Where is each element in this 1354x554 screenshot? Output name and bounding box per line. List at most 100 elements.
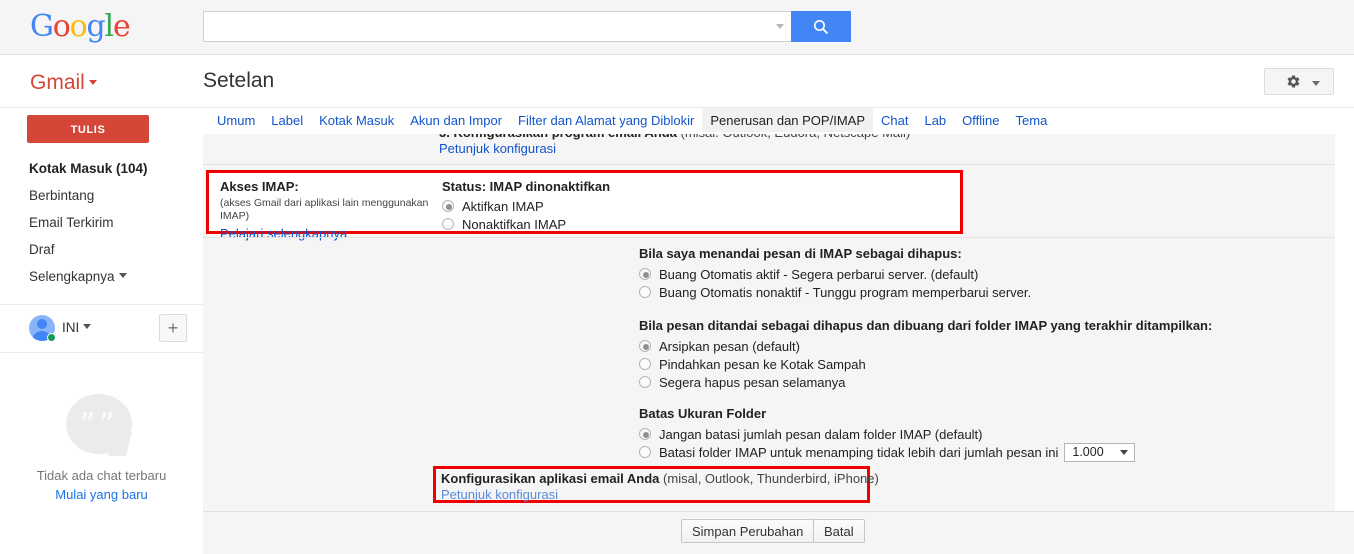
avatar-head-shape <box>37 319 47 329</box>
top-header-bar: Google I <box>0 0 1354 55</box>
compose-button[interactable]: TULIS <box>27 115 149 143</box>
radio-label: Arsipkan pesan (default) <box>659 338 800 354</box>
save-changes-button[interactable]: Simpan Perubahan <box>681 519 815 543</box>
folder-limit-dropdown[interactable]: 1.000 <box>1064 442 1135 462</box>
content-divider-2 <box>203 237 1335 238</box>
imap-expunge-title: Bila pesan ditandai sebagai dihapus dan … <box>639 318 1213 333</box>
folder-size-limit-group: Batas Ukuran Folder Jangan batasi jumlah… <box>639 406 1135 462</box>
radio-button-indicator[interactable] <box>639 446 651 458</box>
radio-no-folder-limit[interactable]: Jangan batasi jumlah pesan dalam folder … <box>639 425 1135 443</box>
tab-tema[interactable]: Tema <box>1008 108 1056 132</box>
radio-auto-expunge-off[interactable]: Buang Otomatis nonaktif - Tunggu program… <box>639 283 1031 301</box>
sidebar-nav-list: Kotak Masuk (104) Berbintang Email Terki… <box>0 155 203 290</box>
content-divider-1 <box>203 164 1335 165</box>
radio-button-indicator[interactable] <box>639 286 651 298</box>
cancel-button[interactable]: Batal <box>813 519 865 543</box>
hangouts-chevron-down-icon <box>83 324 92 329</box>
gmail-chevron-down-icon <box>88 80 97 85</box>
hangouts-empty-state: ”” Tidak ada chat terbaru Mulai yang bar… <box>0 394 203 502</box>
radio-move-to-trash[interactable]: Pindahkan pesan ke Kotak Sampah <box>639 355 1212 373</box>
sidebar-item-inbox[interactable]: Kotak Masuk (104) <box>0 155 203 182</box>
imap-status-text: Status: IMAP dinonaktifkan <box>442 179 611 194</box>
radio-label: Buang Otomatis nonaktif - Tunggu program… <box>659 284 1032 300</box>
page-title: Setelan <box>203 69 275 92</box>
gmail-label: Gmail <box>30 71 85 94</box>
folder-limit-value: 1.000 <box>1072 445 1104 459</box>
radio-auto-expunge-on[interactable]: Buang Otomatis aktif - Segera perbarui s… <box>639 265 1031 283</box>
tab-offline[interactable]: Offline <box>954 108 1007 132</box>
more-chevron-down-icon <box>118 273 127 278</box>
settings-footer: Simpan Perubahan Batal <box>203 511 1354 554</box>
sidebar-item-label: Draf <box>29 242 55 257</box>
radio-button-indicator[interactable] <box>639 340 651 352</box>
settings-gear-button[interactable] <box>1264 68 1334 95</box>
radio-label: Aktifkan IMAP <box>462 198 544 214</box>
radio-button-indicator[interactable] <box>442 218 454 230</box>
new-conversation-button[interactable]: + <box>159 314 187 342</box>
radio-button-indicator[interactable] <box>639 268 651 280</box>
search-options-chevron-down-icon[interactable] <box>776 24 784 29</box>
radio-label: Jangan batasi jumlah pesan dalam folder … <box>659 426 983 442</box>
sidebar-item-label: Berbintang <box>29 188 95 203</box>
hangouts-name-label: INI <box>62 320 80 335</box>
configure-client-instructions-link[interactable]: Petunjuk konfigurasi <box>441 487 558 502</box>
radio-disable-imap[interactable]: Nonaktifkan IMAP <box>442 215 610 233</box>
search-input[interactable] <box>203 11 791 42</box>
logo-letter-e: e <box>112 9 131 44</box>
logo-letter-g2: g <box>86 9 106 44</box>
gmail-product-menu[interactable]: Gmail <box>30 71 97 95</box>
radio-archive-message[interactable]: Arsipkan pesan (default) <box>639 337 1212 355</box>
tab-filter-dan-alamat-yang-diblokir[interactable]: Filter dan Alamat yang Diblokir <box>510 108 702 132</box>
online-status-indicator <box>47 333 56 342</box>
search-button[interactable] <box>791 11 851 42</box>
sidebar-item-drafts[interactable]: Draf <box>0 236 203 263</box>
imap-access-label: Akses IMAP: <box>220 179 299 194</box>
configure-client-highlight-box: Konfigurasikan aplikasi email Anda (misa… <box>433 466 879 503</box>
no-recent-chats-message: Tidak ada chat terbaru <box>36 468 167 483</box>
imap-learn-more-link[interactable]: Pelajari selengkapnya <box>220 226 442 241</box>
tab-umum[interactable]: Umum <box>209 108 263 132</box>
radio-button-indicator[interactable] <box>639 376 651 388</box>
imap-access-label-column: Akses IMAP: (akses Gmail dari aplikasi l… <box>220 179 442 241</box>
radio-button-indicator[interactable] <box>639 428 651 440</box>
logo-letter-o1: o <box>52 9 71 44</box>
sidebar-item-starred[interactable]: Berbintang <box>0 182 203 209</box>
tab-akun-dan-impor[interactable]: Akun dan Impor <box>402 108 510 132</box>
settings-content-panel[interactable]: 3. Konfigurasikan program email Anda (mi… <box>203 134 1335 511</box>
configure-client-bold: Konfigurasikan aplikasi email Anda <box>441 471 660 486</box>
configure-program-title: 3. Konfigurasikan program email Anda (mi… <box>439 134 910 140</box>
dropdown-chevron-down-icon <box>1119 449 1128 455</box>
tab-lab[interactable]: Lab <box>916 108 954 132</box>
tab-label[interactable]: Label <box>263 108 311 132</box>
radio-label: Buang Otomatis aktif - Segera perbarui s… <box>659 266 979 282</box>
imap-delete-marking-group: Bila saya menandai pesan di IMAP sebagai… <box>639 246 1031 301</box>
configure-program-bold: 3. Konfigurasikan program email Anda <box>439 134 677 140</box>
configure-program-instructions-link[interactable]: Petunjuk konfigurasi <box>439 141 556 156</box>
logo-letter-o2: o <box>69 9 88 44</box>
settings-tab-bar: Umum Label Kotak Masuk Akun dan Impor Filter… <box>203 108 1354 134</box>
radio-delete-forever[interactable]: Segera hapus pesan selamanya <box>639 373 1212 391</box>
radio-label: Nonaktifkan IMAP <box>462 216 567 232</box>
radio-button-indicator[interactable] <box>442 200 454 212</box>
search-bar <box>203 11 851 42</box>
start-new-chat-link[interactable]: Mulai yang baru <box>0 487 203 502</box>
google-logo: Google <box>30 9 131 44</box>
sidebar-item-more[interactable]: Selengkapnya <box>0 263 203 290</box>
radio-limit-folder[interactable]: Batasi folder IMAP untuk menamping tidak… <box>639 442 1135 462</box>
hangouts-account-name[interactable]: INI <box>62 320 92 335</box>
imap-access-sublabel: (akses Gmail dari aplikasi lain mengguna… <box>220 197 429 222</box>
tab-kotak-masuk[interactable]: Kotak Masuk <box>311 108 402 132</box>
tab-chat[interactable]: Chat <box>873 108 916 132</box>
sidebar-item-sent[interactable]: Email Terkirim <box>0 209 203 236</box>
logo-letter-l: l <box>104 9 115 44</box>
left-sidebar: TULIS Kotak Masuk (104) Berbintang Email… <box>0 108 203 554</box>
tab-penerusan-dan-pop-imap[interactable]: Penerusan dan POP/IMAP <box>702 108 873 132</box>
folder-size-limit-title: Batas Ukuran Folder <box>639 406 767 421</box>
configure-client-title: Konfigurasikan aplikasi email Anda (misa… <box>441 471 879 486</box>
radio-enable-imap[interactable]: Aktifkan IMAP <box>442 197 610 215</box>
logo-letter-g1: G <box>30 9 54 44</box>
sidebar-item-label: Selengkapnya <box>29 269 115 284</box>
radio-button-indicator[interactable] <box>639 358 651 370</box>
configure-client-normal: (misal, Outlook, Thunderbird, iPhone) <box>659 471 879 486</box>
radio-label: Pindahkan pesan ke Kotak Sampah <box>659 356 866 372</box>
